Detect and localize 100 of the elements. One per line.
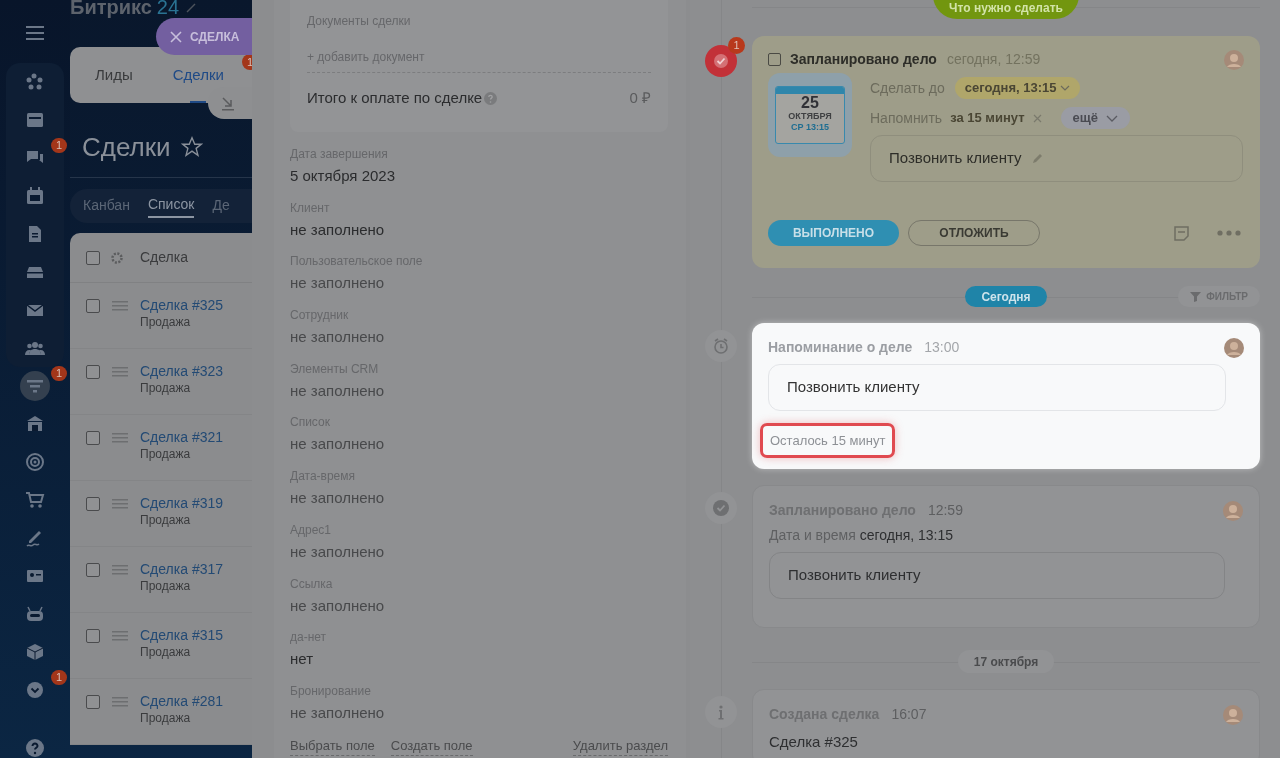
field-value: не заполнено (290, 273, 386, 294)
minimize-icon (220, 95, 236, 111)
date-badge: 17 октября (957, 650, 1055, 673)
deal-stage: Продажа (140, 314, 192, 331)
field-value: не заполнено (290, 434, 386, 455)
deal-link[interactable]: Сделка #281 (140, 693, 224, 710)
drag-handle-icon[interactable] (112, 630, 128, 642)
menu-icon[interactable] (26, 26, 44, 40)
view-tab[interactable]: Де (212, 195, 230, 217)
deal-link[interactable]: Сделка #323 (140, 363, 224, 380)
notification-badge: 1 (51, 138, 68, 153)
deal-link[interactable]: Сделка #321 (140, 429, 224, 446)
field-value: не заполнено (290, 327, 386, 348)
footer-link[interactable]: Удалить раздел (572, 735, 668, 757)
drag-handle-icon[interactable] (112, 366, 128, 378)
deal-link[interactable]: Сделка #325 (140, 297, 224, 314)
field-value: не заполнено (290, 595, 386, 616)
notification-badge: 1 (51, 670, 68, 685)
field-value: не заполнено (290, 219, 386, 240)
complete-button[interactable]: ВЫПОЛНЕНО (768, 220, 899, 246)
logo-text: Битрикс (70, 0, 152, 18)
alarm-clock-icon (712, 337, 730, 355)
total-label: Итого к оплате по сделке (307, 88, 483, 108)
footer-link[interactable]: Выбрать поле (290, 735, 375, 757)
checkbox[interactable] (86, 250, 100, 265)
drag-handle-icon[interactable] (112, 300, 128, 312)
date-badge: Сегодня (965, 286, 1047, 307)
pencil-icon[interactable] (186, 3, 197, 13)
avatar-icon[interactable] (1223, 704, 1243, 725)
entry-title: Напоминание о деле (768, 338, 913, 357)
deal-stage: Продажа (140, 710, 192, 727)
avatar-icon[interactable] (1224, 49, 1244, 70)
checkbox[interactable] (86, 431, 100, 445)
column-header: Сделка (140, 248, 188, 267)
deal-link[interactable]: Сделка #319 (140, 495, 224, 512)
cube-icon (25, 642, 45, 662)
note-icon[interactable] (1173, 224, 1190, 242)
description-field[interactable]: Позвонить клиенту (870, 135, 1243, 182)
close-icon (170, 30, 182, 43)
drag-handle-icon[interactable] (112, 696, 128, 708)
more-icon[interactable] (1217, 230, 1241, 236)
view-tab[interactable]: Список (147, 194, 195, 218)
checkbox[interactable] (86, 299, 100, 313)
funnel-icon (1190, 291, 1202, 302)
avatar-icon[interactable] (1223, 500, 1243, 521)
window-icon (25, 110, 45, 130)
deal-stage: Продажа (140, 512, 192, 529)
cart-icon (25, 490, 45, 510)
flower-icon (25, 72, 45, 92)
checkbox[interactable] (86, 629, 100, 643)
entry-time: 13:00 (924, 338, 960, 357)
robot-icon (25, 604, 45, 624)
check-icon (712, 499, 730, 517)
calendar-month: ОКТЯБРЯ (788, 111, 832, 122)
logo-number: 24 (156, 0, 180, 18)
crm-tab[interactable]: Лиды (95, 66, 133, 84)
close-icon[interactable] (1032, 113, 1042, 123)
sidebar-item[interactable] (20, 371, 50, 401)
checkbox[interactable] (86, 563, 100, 577)
close-slider-button[interactable]: СДЕЛКА (156, 18, 252, 55)
checkbox[interactable] (768, 53, 781, 66)
field-value: не заполнено (290, 541, 386, 562)
drag-handle-icon[interactable] (112, 498, 128, 510)
section-badge: Что нужно сделать (933, 0, 1079, 19)
deal-stage: Продажа (140, 644, 192, 661)
help-icon[interactable] (26, 739, 44, 757)
checkbox[interactable] (86, 695, 100, 709)
deal-stage: Продажа (140, 578, 192, 595)
description-field: Позвонить клиенту (768, 364, 1226, 411)
field-value: нет (290, 649, 314, 670)
description-field: Позвонить клиенту (769, 552, 1225, 599)
caret-icon (1106, 114, 1118, 122)
target-icon (25, 452, 45, 472)
page-title: Сделки (82, 130, 171, 164)
field-value: не заполнено (290, 380, 386, 401)
drag-handle-icon[interactable] (112, 564, 128, 576)
deadline-dropdown[interactable]: сегодня, 13:15 (954, 77, 1081, 99)
bank-icon (25, 414, 45, 434)
drag-handle-icon[interactable] (112, 432, 128, 444)
caret-icon (1060, 85, 1071, 91)
more-dropdown[interactable]: ещё (1060, 107, 1130, 129)
checkbox[interactable] (86, 365, 100, 379)
star-icon[interactable] (180, 136, 203, 158)
notification-badge: 1 (51, 366, 68, 381)
entry-text: Сделка #325 (769, 732, 859, 752)
field-value: не заполнено (290, 488, 386, 509)
activity-title: Запланировано дело (790, 50, 937, 69)
checkbox[interactable] (86, 497, 100, 511)
avatar-icon[interactable] (1224, 337, 1244, 358)
calendar-day: 25 (801, 94, 819, 111)
deal-link[interactable]: Сделка #317 (140, 561, 224, 578)
deal-link[interactable]: Сделка #315 (140, 627, 224, 644)
footer-link[interactable]: Создать поле (390, 735, 473, 757)
calendar-icon (25, 186, 45, 206)
reminder-value: за 15 минут (950, 109, 1025, 128)
crm-tab[interactable]: Сделки (172, 66, 224, 84)
chevron-down-icon (25, 680, 45, 700)
check-icon (712, 52, 730, 70)
calendar-time: СР 13:15 (791, 122, 829, 133)
view-tab[interactable]: Канбан (83, 195, 130, 217)
